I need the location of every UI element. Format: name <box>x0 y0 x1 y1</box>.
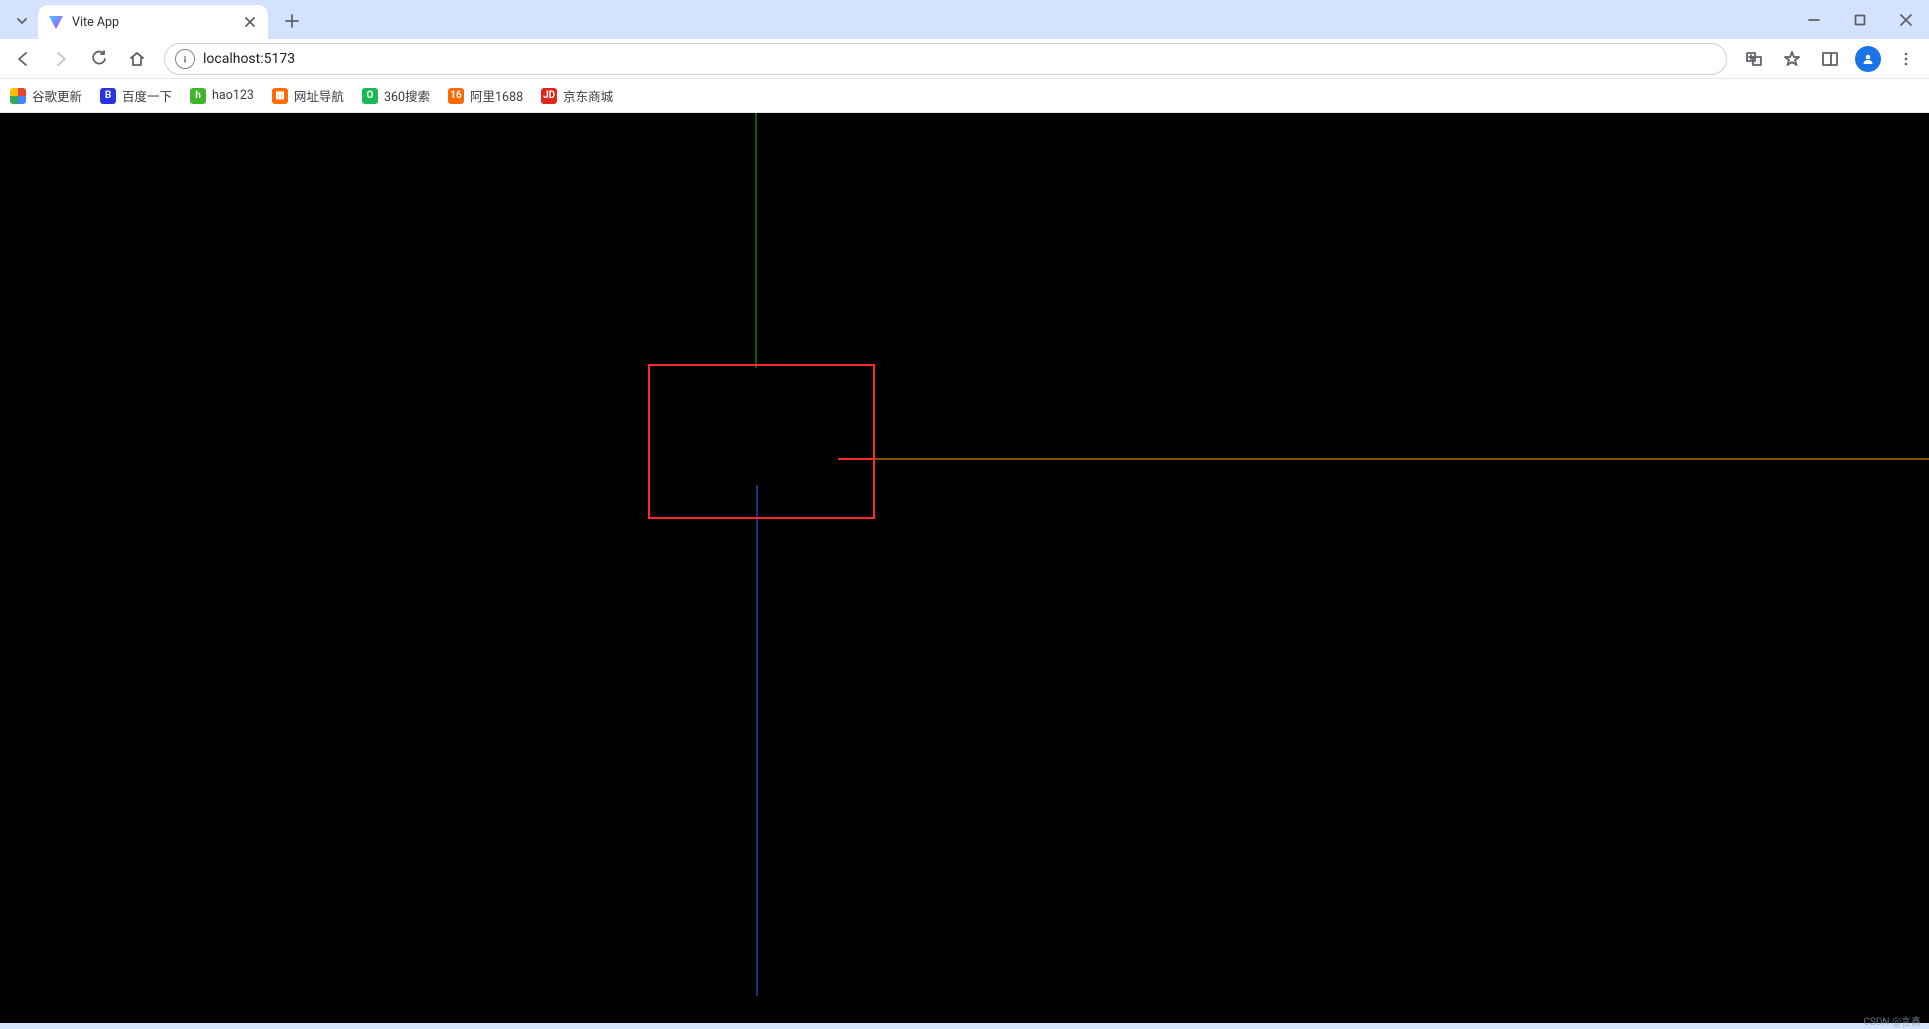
home-button[interactable] <box>120 42 154 76</box>
bookmark-label: 360搜索 <box>384 86 430 105</box>
bookmark-navsite[interactable]: ▦ 网址导航 <box>272 86 344 105</box>
bookmark-label: 百度一下 <box>122 86 172 105</box>
forward-button[interactable] <box>44 42 78 76</box>
bookmark-360-search[interactable]: O 360搜索 <box>362 86 430 105</box>
bookmark-label: hao123 <box>212 88 254 103</box>
bookmarks-bar: 谷歌更新 B 百度一下 h hao123 ▦ 网址导航 O 360搜索 16 阿里1688 JD 京东商… <box>0 79 1929 113</box>
bookmark-favicon-icon: ▦ <box>272 88 288 104</box>
bookmark-label: 京东商城 <box>563 86 613 105</box>
titlebar: Vite App <box>0 0 1929 39</box>
side-panel-button[interactable] <box>1813 42 1847 76</box>
bookmark-baidu[interactable]: B 百度一下 <box>100 86 172 105</box>
address-bar[interactable]: localhost:5173 <box>164 43 1727 75</box>
bookmark-favicon-icon: O <box>362 88 378 104</box>
site-info-icon[interactable] <box>175 49 195 69</box>
bookmark-favicon-icon <box>10 88 26 104</box>
minimize-button[interactable] <box>1791 0 1837 39</box>
bookmark-favicon-icon: h <box>190 88 206 104</box>
close-window-button[interactable] <box>1883 0 1929 39</box>
reload-button[interactable] <box>82 42 116 76</box>
avatar-icon <box>1855 46 1881 72</box>
bookmark-star-button[interactable] <box>1775 42 1809 76</box>
new-tab-button[interactable] <box>278 7 306 35</box>
menu-button[interactable] <box>1889 42 1923 76</box>
bookmark-favicon-icon: B <box>100 88 116 104</box>
translate-button[interactable] <box>1737 42 1771 76</box>
vite-favicon-icon <box>48 14 64 30</box>
bookmark-ali1688[interactable]: 16 阿里1688 <box>448 86 523 105</box>
footer-strip <box>0 1023 1929 1029</box>
close-tab-button[interactable] <box>242 14 258 30</box>
bookmark-label: 阿里1688 <box>470 86 523 105</box>
watermark: CSDN @言鑫 <box>1863 1013 1921 1028</box>
profile-button[interactable] <box>1851 42 1885 76</box>
window-controls <box>1791 0 1929 39</box>
bookmark-label: 网址导航 <box>294 86 344 105</box>
scene-canvas <box>0 113 1929 1023</box>
url-text: localhost:5173 <box>203 51 1716 67</box>
bookmark-google-update[interactable]: 谷歌更新 <box>10 86 82 105</box>
bookmark-favicon-icon: JD <box>541 88 557 104</box>
tab-title: Vite App <box>72 15 234 30</box>
bookmark-label: 谷歌更新 <box>32 86 82 105</box>
browser-tab[interactable]: Vite App <box>38 5 268 39</box>
bookmark-hao123[interactable]: h hao123 <box>190 88 254 104</box>
bookmark-favicon-icon: 16 <box>448 88 464 104</box>
back-button[interactable] <box>6 42 40 76</box>
maximize-button[interactable] <box>1837 0 1883 39</box>
threejs-viewport[interactable] <box>0 113 1929 1023</box>
tabs-dropdown-button[interactable] <box>8 7 36 35</box>
bookmark-jd[interactable]: JD 京东商城 <box>541 86 613 105</box>
toolbar: localhost:5173 <box>0 39 1929 79</box>
